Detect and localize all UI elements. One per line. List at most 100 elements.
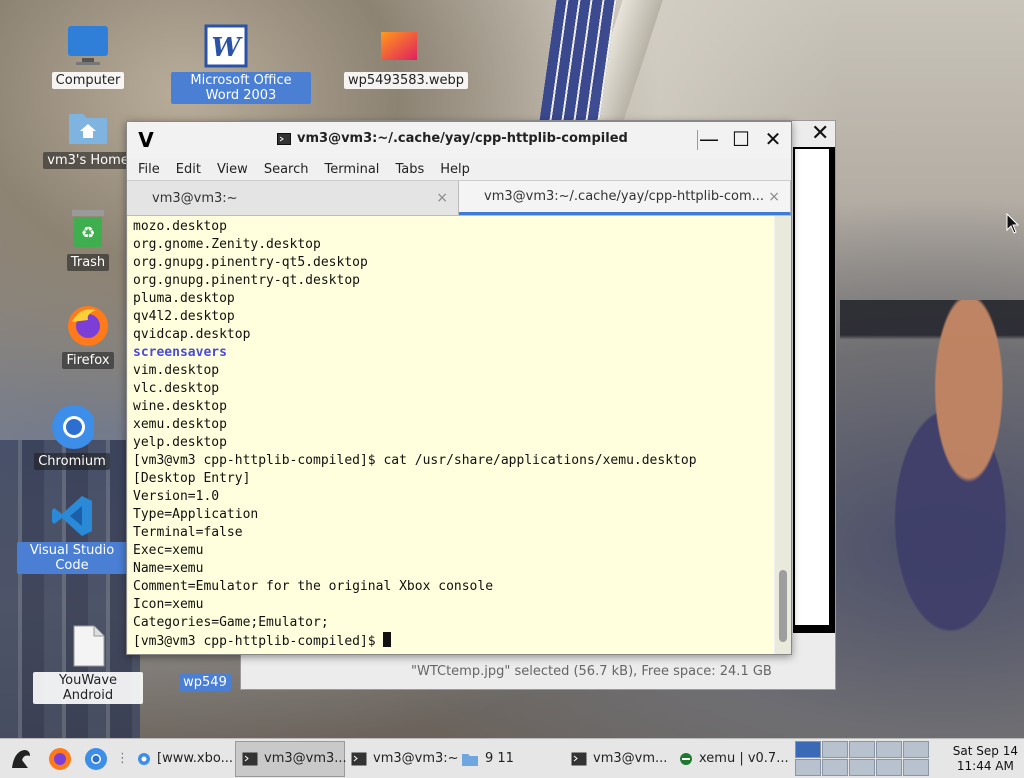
terminal-icon: [242, 750, 258, 768]
taskbar-item-terminal-3[interactable]: vm3@vm...: [565, 741, 673, 777]
workspace-9[interactable]: [876, 759, 902, 776]
terminal-line: yelp.desktop: [133, 435, 227, 450]
vscode-icon: [50, 494, 94, 538]
taskbar-item-label: vm3@vm3:~: [373, 751, 459, 766]
document-icon: [66, 624, 110, 668]
desktop-icon-label: wp549: [179, 674, 231, 691]
terminal-line: qv4l2.desktop: [133, 309, 235, 324]
preview-pane: [793, 147, 831, 627]
tab-home[interactable]: vm3@vm3:~ ×: [127, 181, 459, 215]
workspace-6[interactable]: [795, 759, 821, 776]
image-file-icon: [377, 24, 421, 68]
minimize-icon[interactable]: —: [697, 126, 721, 152]
desktop-icon-chromium[interactable]: Chromium: [17, 405, 127, 470]
menu-terminal[interactable]: Terminal: [324, 162, 379, 177]
terminal-line: Version=1.0: [133, 489, 220, 504]
taskbar-item-terminal-active[interactable]: vm3@vm3...: [235, 740, 347, 777]
workspace-8[interactable]: [849, 759, 875, 776]
terminal-line: wine.desktop: [133, 399, 227, 414]
workspace-1[interactable]: [795, 741, 821, 758]
workspace-5[interactable]: [903, 741, 929, 758]
terminal-line: pluma.desktop: [133, 291, 235, 306]
workspace-switcher[interactable]: [795, 741, 929, 776]
terminal-line: Comment=Emulator for the original Xbox c…: [133, 579, 494, 594]
chromium-icon: [85, 747, 107, 770]
tab-close-icon[interactable]: ×: [768, 189, 780, 205]
taskbar-handle: ⋮: [116, 751, 129, 766]
chromium-icon: [137, 750, 151, 768]
taskbar-item-xemu[interactable]: xemu | v0.7...: [673, 741, 791, 777]
terminal-line: org.gnupg.pinentry-qt5.desktop: [133, 255, 368, 270]
home-folder-icon: [66, 104, 110, 148]
terminal-line: Icon=xemu: [133, 597, 204, 612]
gnu-logo-icon: [12, 749, 30, 768]
menu-tabs[interactable]: Tabs: [395, 162, 424, 177]
terminal-line: mozo.desktop: [133, 219, 227, 234]
taskbar-item-folder[interactable]: 9 11: [455, 741, 565, 777]
workspace-3[interactable]: [849, 741, 875, 758]
close-icon[interactable]: ✕: [761, 126, 785, 152]
menu-search[interactable]: Search: [264, 162, 309, 177]
close-icon[interactable]: ✕: [811, 121, 829, 146]
taskbar-item-terminal-home[interactable]: vm3@vm3:~: [345, 741, 459, 777]
tab-cpp-httplib[interactable]: vm3@vm3:~/.cache/yay/cpp-httplib-com... …: [459, 181, 791, 215]
taskbar-item-label: vm3@vm...: [593, 751, 668, 766]
terminal-line: org.gnupg.pinentry-qt.desktop: [133, 273, 360, 288]
desktop-icon-label: Computer: [51, 72, 125, 89]
svg-text:♻: ♻: [81, 223, 95, 242]
scrollbar[interactable]: [775, 216, 791, 654]
tab-close-icon[interactable]: ×: [436, 190, 448, 206]
firefox-icon: [49, 747, 71, 770]
taskbar-item-browser[interactable]: [www.xbo...: [131, 741, 235, 777]
clock-date: Sat Sep 14: [952, 743, 1018, 758]
terminal-window[interactable]: V vm3@vm3:~/.cache/yay/cpp-httplib-compi…: [126, 121, 792, 655]
svg-text:W: W: [211, 33, 243, 63]
terminal-output[interactable]: mozo.desktop org.gnome.Zenity.desktop org.…: [128, 216, 774, 654]
terminal-line: xemu.desktop: [133, 417, 227, 432]
terminal-line: Type=Application: [133, 507, 259, 522]
window-title: vm3@vm3:~/.cache/yay/cpp-httplib-compile…: [277, 131, 628, 146]
window-title-text: vm3@vm3:~/.cache/yay/cpp-httplib-compile…: [297, 131, 628, 146]
xemu-icon: [679, 750, 693, 768]
desktop-icon-vscode[interactable]: Visual Studio Code: [17, 494, 127, 574]
terminal-line: Exec=xemu: [133, 543, 204, 558]
text-cursor: [383, 632, 392, 647]
terminal-line: [vm3@vm3 cpp-httplib-compiled]$: [133, 632, 769, 651]
terminal-icon: [571, 750, 587, 768]
desktop-icon-label: Trash: [66, 254, 110, 271]
terminal-line: vlc.desktop: [133, 381, 220, 396]
launcher-firefox[interactable]: [42, 741, 78, 777]
maximize-icon[interactable]: ☐: [729, 126, 753, 152]
menu-edit[interactable]: Edit: [176, 162, 201, 177]
folder-icon: [461, 750, 479, 768]
tab-label: vm3@vm3:~/.cache/yay/cpp-httplib-com...: [484, 189, 765, 204]
desktop-icon-label: Firefox: [62, 352, 114, 369]
clock[interactable]: Sat Sep 14 11:44 AM: [947, 744, 1024, 774]
workspace-10[interactable]: [903, 759, 929, 776]
menu-file[interactable]: File: [138, 162, 160, 177]
clock-time: 11:44 AM: [956, 758, 1014, 773]
workspace-2[interactable]: [822, 741, 848, 758]
desktop-icon-label: Chromium: [34, 453, 110, 470]
tab-bar: vm3@vm3:~ × vm3@vm3:~/.cache/yay/cpp-htt…: [127, 180, 791, 216]
workspace-4[interactable]: [876, 741, 902, 758]
desktop-icon-label: wp5493583.webp: [344, 72, 469, 89]
desktop-icon-word[interactable]: W Microsoft Office Word 2003: [171, 24, 311, 104]
wallpaper-firefighter: [840, 300, 1024, 740]
desktop-icon-computer[interactable]: Computer: [33, 24, 143, 89]
taskbar-item-label: 9 11: [485, 751, 514, 766]
desktop-icon-webp[interactable]: wp5493583.webp: [344, 24, 469, 89]
terminal-line: Terminal=false: [133, 525, 243, 540]
tab-label: vm3@vm3:~: [152, 190, 238, 206]
firefox-icon: [66, 304, 110, 348]
menu-view[interactable]: View: [217, 162, 248, 177]
terminal-line: [Desktop Entry]: [133, 471, 251, 486]
chromium-icon: [50, 405, 94, 449]
title-bar[interactable]: V vm3@vm3:~/.cache/yay/cpp-httplib-compi…: [127, 122, 791, 158]
launcher-chromium[interactable]: [78, 741, 114, 777]
terminal-icon: [351, 750, 367, 768]
app-menu-button[interactable]: [0, 741, 42, 777]
scrollbar-thumb[interactable]: [779, 570, 787, 642]
menu-help[interactable]: Help: [440, 162, 470, 177]
workspace-7[interactable]: [822, 759, 848, 776]
